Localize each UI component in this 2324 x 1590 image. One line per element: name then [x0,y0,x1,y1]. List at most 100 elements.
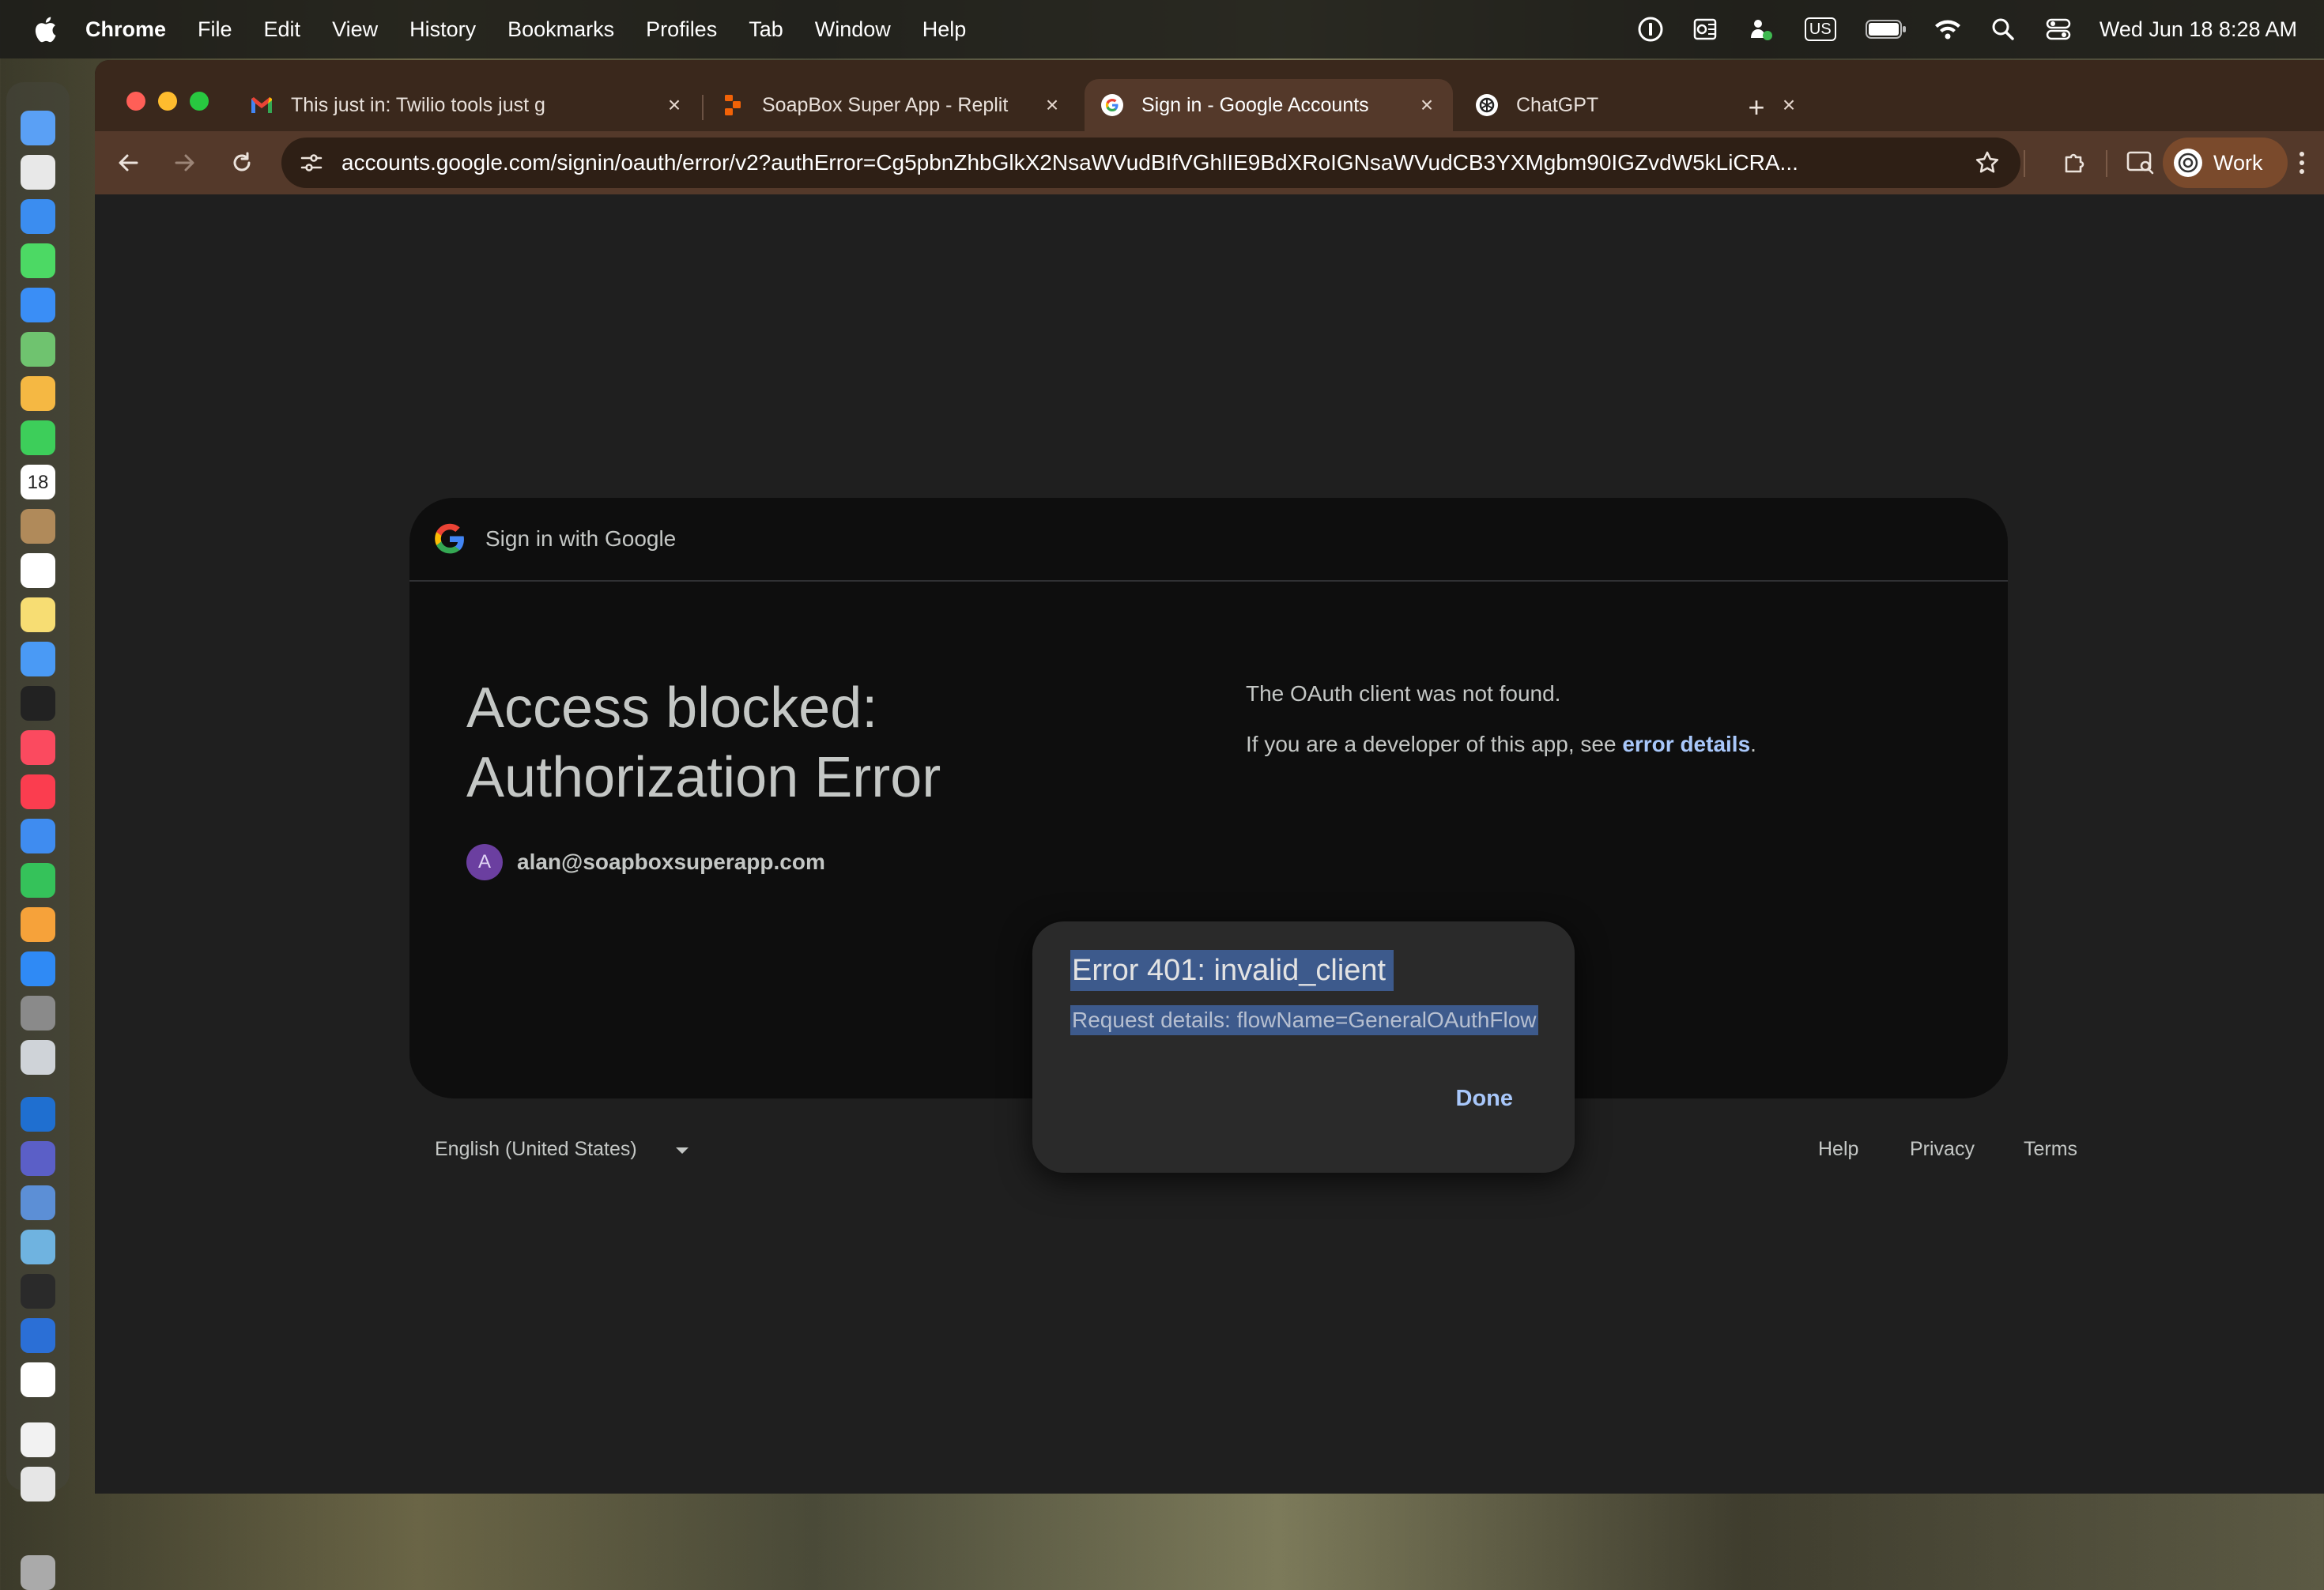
extensions-puzzle-icon[interactable] [2057,145,2092,180]
close-window-button[interactable] [126,92,145,111]
site-info-icon[interactable] [297,149,326,177]
messages-icon[interactable] [21,243,55,278]
menu-tab[interactable]: Tab [749,17,783,42]
outlook-status-icon[interactable] [1692,15,1720,43]
battery-icon[interactable] [1865,15,1907,43]
forward-arrow-icon[interactable] [168,145,202,180]
bookmark-star-icon[interactable] [1971,147,2003,179]
teams-icon[interactable] [21,1141,55,1176]
contacts-icon[interactable] [21,509,55,544]
system-settings-icon[interactable] [21,996,55,1030]
error-title: Error 401: invalid_client [1070,950,1394,991]
reminders-icon[interactable] [21,553,55,588]
wifi-icon[interactable] [1934,15,1962,43]
safari-icon[interactable] [21,199,55,234]
page-content: Sign in with Google Access blocked: Auth… [95,194,2324,1494]
reload-icon[interactable] [224,145,259,180]
menu-help[interactable]: Help [922,17,967,42]
gmail-icon [250,93,274,117]
input-source-label: US [1804,17,1836,41]
terms-link[interactable]: Terms [2024,1138,2077,1161]
minimize-window-button[interactable] [158,92,177,111]
menu-chrome[interactable]: Chrome [85,17,166,42]
spotlight-search-icon[interactable] [1989,15,2017,43]
error-request-details: Request details: flowName=GeneralOAuthFl… [1070,1005,1538,1035]
menu-profiles[interactable]: Profiles [646,17,717,42]
launchpad-icon[interactable] [21,155,55,190]
status-area: US Wed Jun 18 8:28 AM [1636,0,2297,58]
calendar-icon[interactable]: 18 [21,465,55,499]
keynote-icon[interactable] [21,819,55,853]
dock: 18 [6,82,70,1590]
input-source-icon[interactable]: US [1802,15,1839,43]
preview-icon[interactable] [21,1185,55,1220]
chrome-icon[interactable] [21,1362,55,1397]
control-center-icon[interactable] [2044,15,2073,43]
finder-icon[interactable] [21,111,55,145]
close-tab-icon[interactable]: × [1040,92,1064,117]
signin-header-text: Sign in with Google [485,526,677,551]
chevron-down-icon[interactable] [673,1141,691,1157]
close-tab-icon[interactable]: × [1777,92,1801,117]
outlook-icon[interactable] [21,1097,55,1132]
iphone-mirroring-icon[interactable] [21,1040,55,1075]
menu-file[interactable]: File [198,17,232,42]
google-icon [1100,93,1124,117]
1password-icon[interactable] [21,1318,55,1353]
maps-alt-icon[interactable] [21,1230,55,1264]
privacy-link[interactable]: Privacy [1910,1138,1975,1161]
apple-logo-icon[interactable] [32,13,58,45]
menu-history[interactable]: History [409,17,476,42]
menu-view[interactable]: View [332,17,378,42]
toolbar-divider [2024,150,2025,177]
address-bar[interactable]: accounts.google.com/signin/oauth/error/v… [281,138,2020,188]
teams-status-icon[interactable] [1747,15,1775,43]
help-link[interactable]: Help [1818,1138,1858,1161]
music-icon[interactable] [21,730,55,765]
profile-label: Work [2213,150,2263,175]
menu-bar-clock[interactable]: Wed Jun 18 8:28 AM [2100,17,2297,42]
tab-replit[interactable]: SoapBox Super App - Replit × [705,79,1078,131]
tab-title: Sign in - Google Accounts [1141,93,1369,116]
close-tab-icon[interactable]: × [1415,92,1439,117]
account-email: alan@soapboxsuperapp.com [517,850,825,874]
language-select[interactable]: English (United States) [435,1138,637,1161]
tab-search-icon[interactable] [2123,145,2158,180]
maps-icon[interactable] [21,332,55,367]
error-details-link[interactable]: error details [1622,732,1750,756]
toolbar-divider [2106,150,2107,177]
document-icon[interactable] [21,1422,55,1457]
photos-icon[interactable] [21,376,55,411]
work-profile-button[interactable]: Work [2163,138,2288,188]
notes-icon[interactable] [21,597,55,632]
tv-icon[interactable] [21,686,55,721]
app-store-icon[interactable] [21,951,55,986]
tab-title: ChatGPT [1516,93,1599,116]
tab-gmail[interactable]: This just in: Twilio tools just g × [234,79,700,131]
trash-icon[interactable] [21,1555,55,1590]
pages-icon[interactable] [21,907,55,942]
menu-bookmarks[interactable]: Bookmarks [507,17,614,42]
terminal-icon[interactable] [21,1274,55,1309]
menu-window[interactable]: Window [815,17,891,42]
freeform-icon[interactable] [21,642,55,676]
mail-icon[interactable] [21,288,55,322]
done-button[interactable]: Done [1456,1086,1514,1112]
news-icon[interactable] [21,774,55,809]
card-header: Sign in with Google [409,498,2008,582]
zoom-window-button[interactable] [190,92,209,111]
back-arrow-icon[interactable] [111,145,145,180]
close-tab-icon[interactable]: × [662,92,686,117]
url-text[interactable]: accounts.google.com/signin/oauth/error/v… [341,150,1875,175]
menu-edit[interactable]: Edit [264,17,301,42]
files-icon[interactable] [21,1467,55,1501]
macos-menu-bar: Chrome File Edit View History Bookmarks … [0,0,2324,58]
facetime-icon[interactable] [21,420,55,455]
tab-google-accounts[interactable]: Sign in - Google Accounts × [1085,79,1453,131]
numbers-icon[interactable] [21,863,55,898]
account-chip[interactable]: A alan@soapboxsuperapp.com [466,844,825,880]
new-tab-button[interactable]: + [1741,91,1772,123]
1password-status-icon[interactable] [1636,15,1665,43]
kebab-menu-icon[interactable] [2284,145,2319,180]
page-footer: English (United States) Help Privacy Ter… [409,1127,2077,1174]
